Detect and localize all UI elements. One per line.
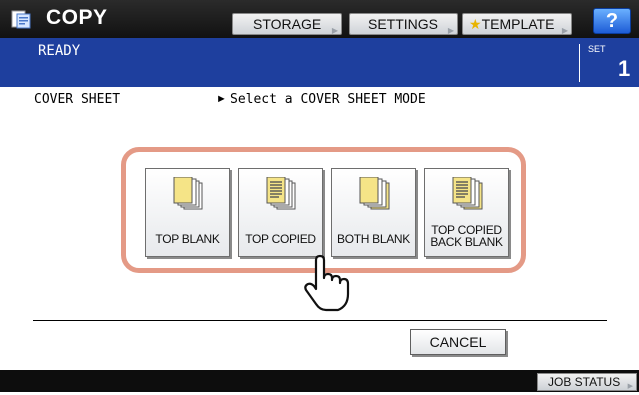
top-copied-button[interactable]: TOP COPIED <box>238 168 323 257</box>
breadcrumb-section: COVER SHEET <box>34 92 121 107</box>
job-status-label: JOB STATUS <box>548 375 621 389</box>
arrow-right-icon: ► <box>216 93 227 105</box>
mode-label: BOTH BLANK <box>336 232 411 246</box>
both-blank-icon <box>359 177 390 210</box>
star-icon: ★ <box>469 16 482 32</box>
mode-label: TOP COPIED <box>245 232 316 246</box>
storage-label: STORAGE <box>253 16 322 32</box>
top-blank-icon <box>173 177 203 210</box>
cancel-button[interactable]: CANCEL <box>410 329 506 355</box>
instruction-text: Select a COVER SHEET MODE <box>230 92 426 107</box>
template-button[interactable]: ★TEMPLATE ▶ <box>462 13 572 35</box>
set-count: 1 <box>618 56 631 81</box>
help-button[interactable]: ? <box>593 8 631 34</box>
job-status-button[interactable]: JOB STATUS ▶ <box>537 373 637 391</box>
app-title: COPY <box>46 6 108 29</box>
chevron-right-icon: ▶ <box>627 383 633 390</box>
set-label: SET <box>588 44 606 54</box>
copy-icon <box>11 10 31 29</box>
divider <box>33 320 607 321</box>
both-blank-button[interactable]: BOTH BLANK <box>331 168 416 257</box>
top-copied-icon <box>266 177 296 210</box>
mode-label-line2: BACK BLANK <box>430 235 503 249</box>
mode-label: TOP COPIED BACK BLANK <box>425 224 508 248</box>
top-copied-back-blank-icon <box>452 177 483 210</box>
settings-button[interactable]: SETTINGS ▶ <box>349 13 458 35</box>
template-label: TEMPLATE <box>481 16 555 32</box>
status-bar <box>0 38 639 87</box>
status-text: READY <box>38 43 81 59</box>
top-copied-back-blank-button[interactable]: TOP COPIED BACK BLANK <box>424 168 509 257</box>
storage-button[interactable]: STORAGE ▶ <box>232 13 342 35</box>
set-divider <box>579 44 580 82</box>
settings-label: SETTINGS <box>368 16 439 32</box>
mode-label: TOP BLANK <box>155 232 220 246</box>
hand-pointer-icon <box>304 254 350 312</box>
top-blank-button[interactable]: TOP BLANK <box>145 168 230 257</box>
